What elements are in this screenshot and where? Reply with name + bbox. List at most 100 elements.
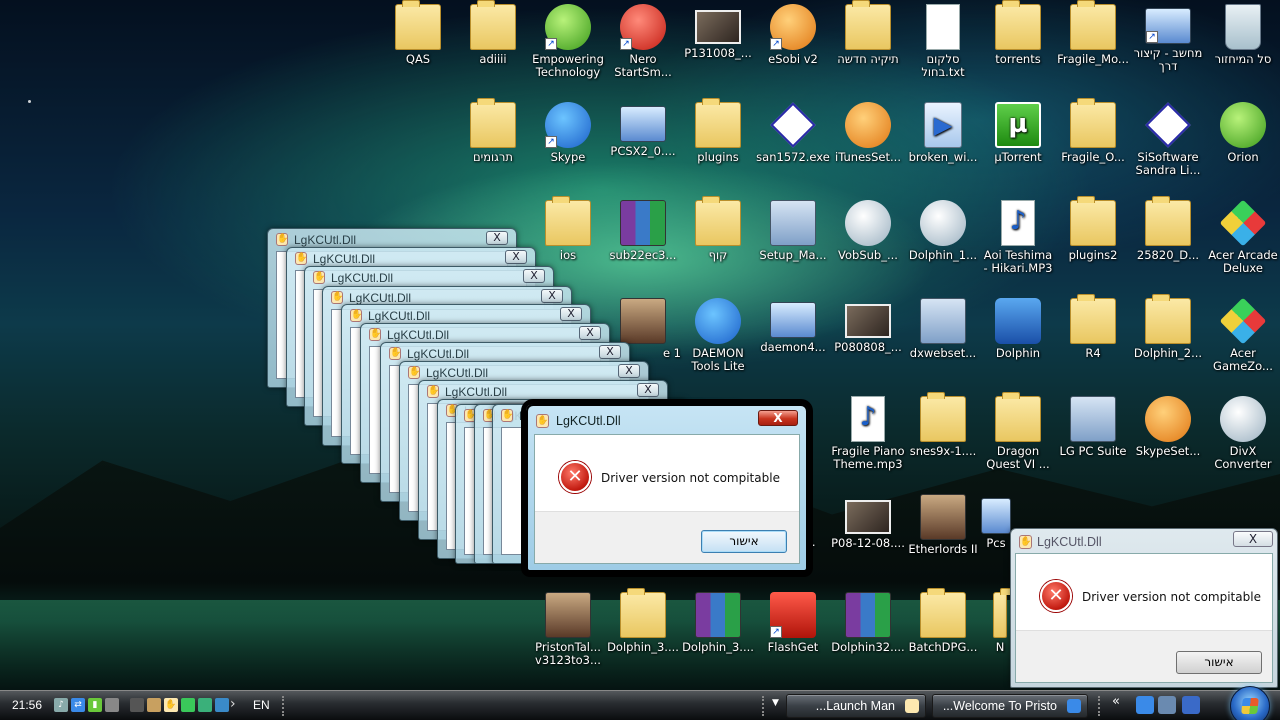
desktop-icon-dolphin-3b[interactable]: Dolphin_3.... (680, 590, 756, 654)
desktop-icon-acer-gamezone[interactable]: Acer GameZo... (1205, 296, 1280, 373)
desktop-icon-skypeset[interactable]: SkypeSet... (1130, 394, 1206, 458)
desktop-icon-p080808[interactable]: P080808_... (830, 296, 906, 354)
desktop-icon-adiiii[interactable]: adiiii (455, 0, 531, 66)
desktop-icon-priston-tale[interactable]: PristonTal... v3123to3... (530, 590, 606, 667)
desktop-icon-divx[interactable]: DivX Converter (1205, 394, 1280, 471)
close-button[interactable]: X (599, 345, 621, 359)
close-button[interactable]: X (560, 307, 582, 321)
show-hidden-icons-chevron[interactable]: › (230, 696, 236, 712)
battery-icon[interactable]: ▮ (88, 698, 102, 712)
desktop-icon-p131008[interactable]: P131008_... (680, 2, 756, 60)
desktop-icon-esobi[interactable]: ↗ eSobi v2 (755, 2, 831, 66)
tray-app-icon[interactable] (181, 698, 195, 712)
show-desktop-icon[interactable] (1182, 696, 1200, 714)
desktop-icon-n[interactable]: N (990, 588, 1018, 654)
desktop-icon-aoi-teshima[interactable]: ♪ Aoi Teshima - Hikari.MP3 (980, 198, 1056, 275)
task-list-dropdown-icon[interactable]: ▼ (772, 698, 779, 708)
language-indicator[interactable]: EN (253, 698, 270, 712)
desktop-icon-orion[interactable]: Orion (1205, 100, 1280, 164)
start-button[interactable] (1230, 686, 1270, 720)
desktop-icon-sisoftware[interactable]: SiSoftware Sandra Li... (1130, 100, 1206, 177)
clock[interactable]: 21:56 (12, 698, 42, 712)
ok-button[interactable]: אישור (701, 530, 787, 553)
desktop-icon-pcsx2[interactable]: PCSX2_0.... (605, 100, 681, 158)
close-button[interactable]: X (505, 250, 527, 264)
close-button[interactable]: X (541, 289, 563, 303)
desktop-icon-dolphin32[interactable]: Dolphin32.... (830, 590, 906, 654)
desktop-icon-skype[interactable]: ↗ Skype (530, 100, 606, 164)
desktop-icon-utorrent[interactable]: µ µTorrent (980, 100, 1056, 164)
desktop-icon-p08-12-08[interactable]: P08-12-08.... (830, 492, 906, 550)
icon-label: BatchDPG... (908, 640, 978, 654)
desktop-icon-nero[interactable]: ↗ Nero StartSm... (605, 2, 681, 79)
close-button[interactable]: X (618, 364, 640, 378)
desktop-icon-r4[interactable]: R4 (1055, 294, 1131, 360)
desktop-icon-sub22ec3[interactable]: sub22ec3... (605, 198, 681, 262)
tray-app-icon[interactable] (130, 698, 144, 712)
tray-app-icon[interactable]: ✋ (164, 698, 178, 712)
desktop-icon-etherlords[interactable]: Etherlords II (905, 492, 981, 556)
volume-icon[interactable]: ♪ (54, 698, 68, 712)
error-dialog-secondary[interactable]: ✋ LgKCUtl.Dll X ✕ Driver version not com… (1010, 528, 1278, 688)
desktop-icon-daemon-tools[interactable]: DAEMON Tools Lite (680, 296, 756, 373)
desktop-icon-plugins2[interactable]: plugins2 (1055, 196, 1131, 262)
close-button[interactable]: X (486, 231, 508, 245)
desktop-icon-torrents[interactable]: torrents (980, 0, 1056, 66)
desktop-icon-qas[interactable]: QAS (380, 0, 456, 66)
tray-app-icon[interactable] (215, 698, 229, 712)
tray-app-icon[interactable] (147, 698, 161, 712)
desktop-icon-dolphin-3a[interactable]: Dolphin_3.... (605, 588, 681, 654)
desktop-icon-broken-wi[interactable]: ▶ broken_wi... (905, 100, 981, 164)
close-button[interactable]: X (523, 269, 545, 283)
network-icon[interactable]: ⇄ (71, 698, 85, 712)
desktop-icon-fragile-o[interactable]: Fragile_O... (1055, 98, 1131, 164)
icon-label: Setup_Ma... (759, 248, 827, 262)
tray-app-icon[interactable] (198, 698, 212, 712)
toolbar-grip[interactable] (762, 696, 768, 716)
desktop-icon-dolphin-1[interactable]: Dolphin_1... (905, 198, 981, 262)
toolbar-grip[interactable] (1098, 696, 1104, 716)
app-icon: ✋ (350, 309, 363, 322)
close-button[interactable]: X (1233, 531, 1273, 547)
close-button[interactable]: X (758, 410, 798, 426)
desktop-icon-itunesset[interactable]: iTunesSet... (830, 100, 906, 164)
desktop-icon-batchdpg[interactable]: BatchDPG... (905, 588, 981, 654)
desktop-icon-plugins[interactable]: plugins (680, 98, 756, 164)
desktop-icon-fragile-mo[interactable]: Fragile_Mo... (1055, 0, 1131, 66)
desktop-icon-lg-pc-suite[interactable]: LG PC Suite (1055, 394, 1131, 458)
desktop-icon-kof[interactable]: קוף (680, 196, 756, 262)
desktop-icon-fragile-piano[interactable]: ♪ Fragile Piano Theme.mp3 (830, 394, 906, 471)
tray-app-icon[interactable] (105, 698, 119, 712)
icon-label: dxwebset... (909, 346, 977, 360)
quicklaunch-chevron[interactable]: « (1112, 694, 1120, 709)
desktop-icon-pcs[interactable]: Pcs (980, 492, 1012, 550)
ok-button[interactable]: אישור (1176, 651, 1262, 674)
desktop-icon-25820-d[interactable]: 25820_D... (1130, 196, 1206, 262)
desktop-icon-san1572[interactable]: san1572.exe (755, 100, 831, 164)
desktop-icon-translations[interactable]: תרגומים (455, 98, 531, 164)
error-dialog-main[interactable]: ✋ LgKCUtl.Dll X ✕ Driver version not com… (526, 404, 808, 572)
taskbar-button-launch-man[interactable]: ...Launch Man 353 (786, 694, 926, 718)
desktop-icon-acer-arcade[interactable]: Acer Arcade Deluxe (1205, 198, 1280, 275)
desktop-icon-computer[interactable]: ↗ מחשב - קיצור דרך (1130, 2, 1206, 73)
desktop-icon-dxwebset[interactable]: dxwebset... (905, 296, 981, 360)
switch-windows-icon[interactable] (1158, 696, 1176, 714)
desktop-icon-flashget[interactable]: ↗ FlashGet (755, 590, 831, 654)
desktop-icon-dolphin-2[interactable]: Dolphin_2... (1130, 294, 1206, 360)
toolbar-grip[interactable] (282, 696, 288, 716)
desktop-icon-cellcom-txt[interactable]: סלקום בחול.txt (905, 2, 981, 79)
close-button[interactable]: X (637, 383, 659, 397)
desktop-icon-recycle-bin[interactable]: סל המיחזור (1205, 2, 1280, 66)
taskbar-button-welcome-pristo[interactable]: ...Welcome To Pristo (932, 694, 1088, 718)
desktop-icon-daemon4[interactable]: daemon4... (755, 296, 831, 354)
desktop-icon-snes9x[interactable]: snes9x-1.... (905, 392, 981, 458)
desktop-icon-dolphin[interactable]: Dolphin (980, 296, 1056, 360)
close-button[interactable]: X (579, 326, 601, 340)
desktop-icon-empowering[interactable]: ↗ Empowering Technology (530, 2, 606, 79)
desktop-icon-ios[interactable]: ios (530, 196, 606, 262)
desktop-icon-dragon-quest[interactable]: Dragon Quest VI ... (980, 392, 1056, 471)
internet-explorer-icon[interactable] (1136, 696, 1154, 714)
desktop-icon-vobsub[interactable]: VobSub_... (830, 198, 906, 262)
desktop-icon-new-folder[interactable]: תיקיה חדשה (830, 0, 906, 66)
desktop-icon-setup-ma[interactable]: Setup_Ma... (755, 198, 831, 262)
